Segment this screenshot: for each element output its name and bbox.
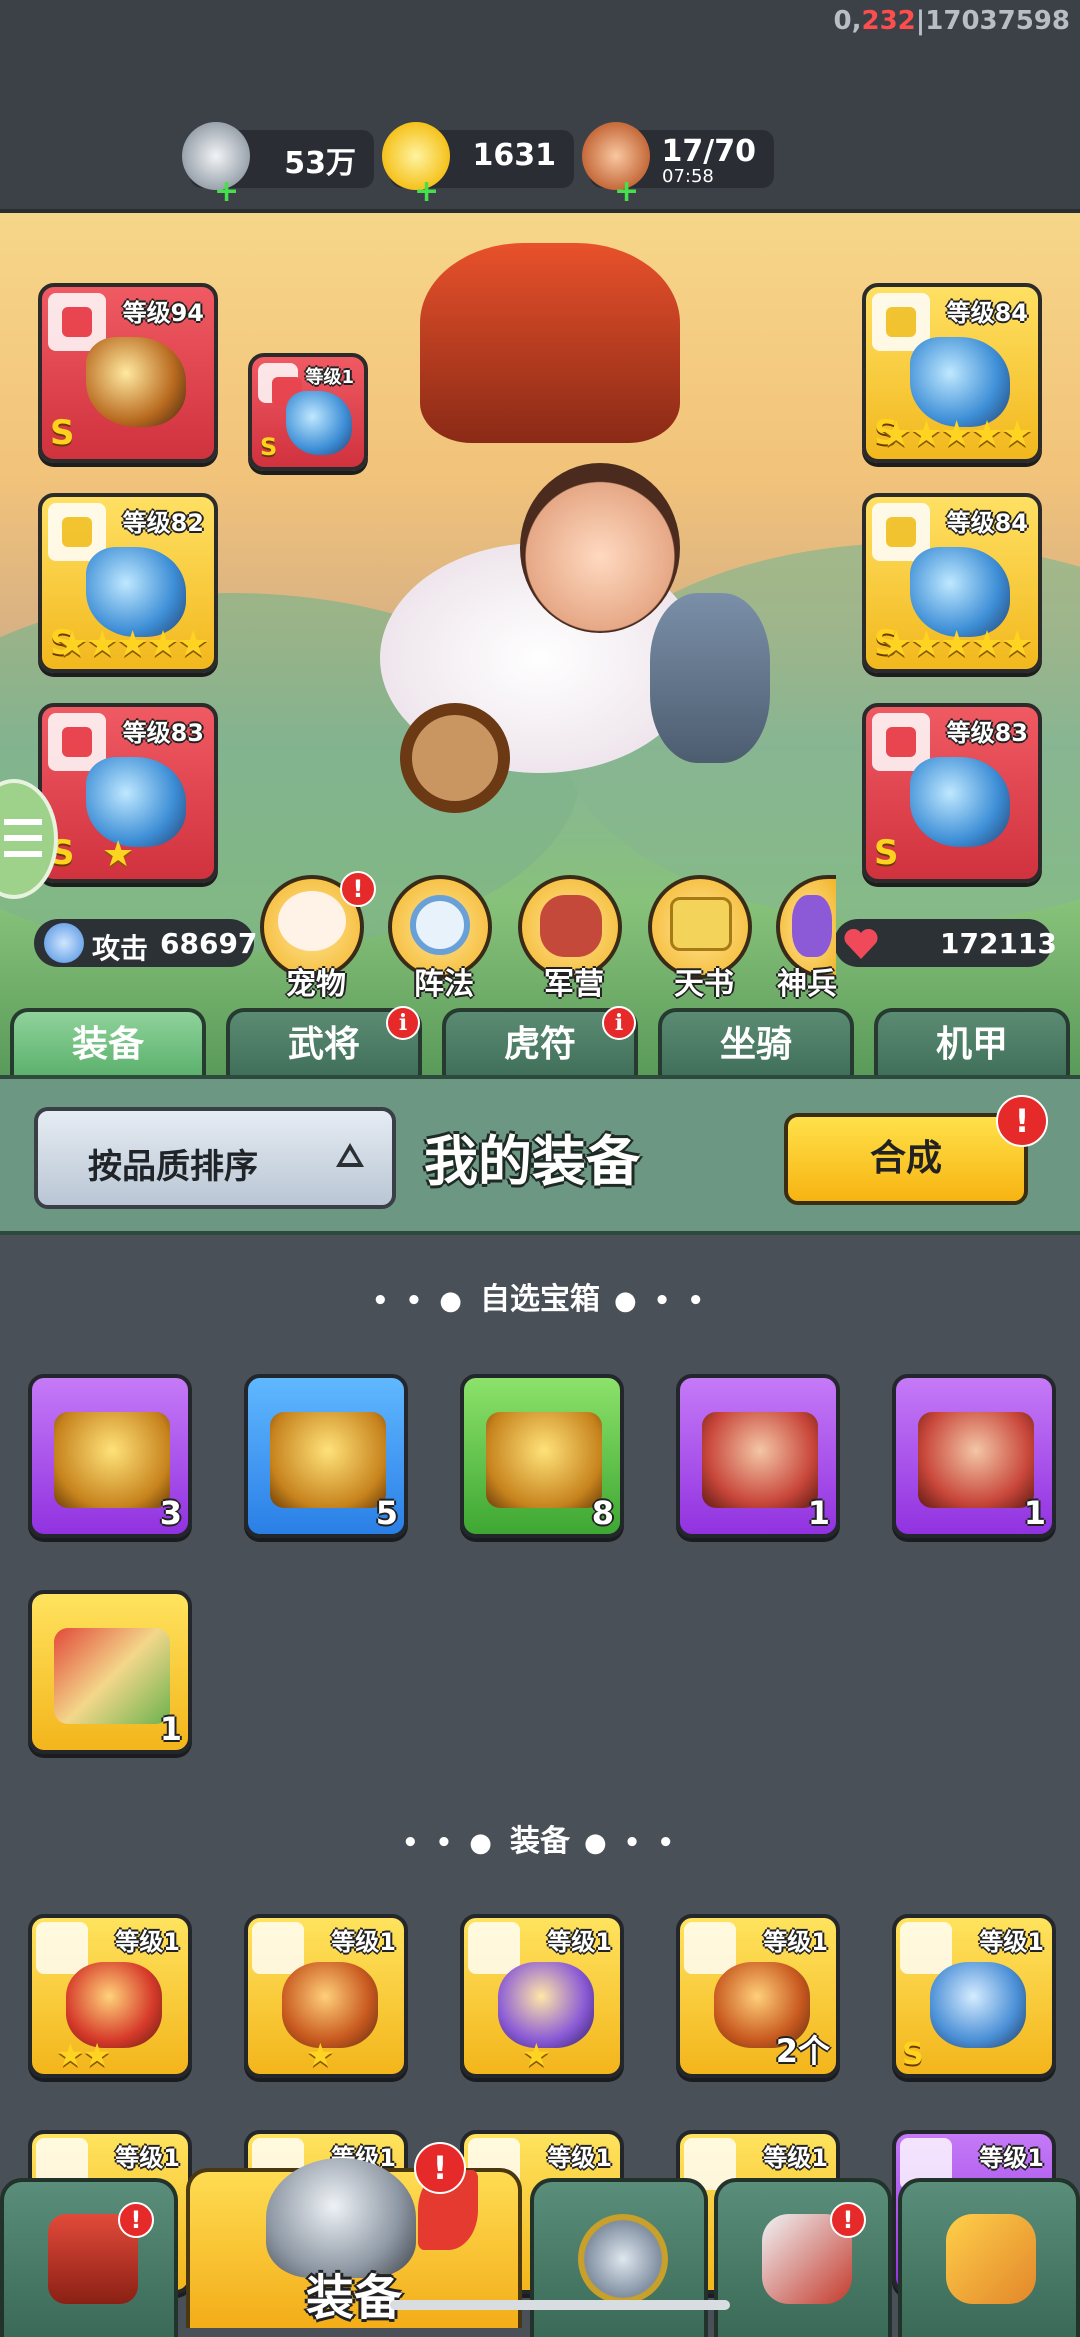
plus-icon[interactable]: +: [414, 174, 439, 209]
sort-dropdown[interactable]: 按品质排序: [34, 1107, 396, 1209]
divine-weapon-icon: [792, 895, 832, 957]
home-indicator[interactable]: [390, 2300, 730, 2310]
tab-mecha[interactable]: 机甲: [874, 1008, 1070, 1078]
equipment-item[interactable]: 等级1 ★★: [28, 1914, 192, 2078]
hp-stat: 172113: [834, 919, 1057, 967]
info-badge: i: [386, 1006, 420, 1040]
nav-upgrade[interactable]: [898, 2178, 1080, 2337]
formation-icon: [410, 895, 470, 955]
tab-tiger-tally[interactable]: 虎符 i: [442, 1006, 638, 1078]
weapon-image: [286, 391, 352, 455]
cart-wheel: [400, 703, 510, 813]
chest-item[interactable]: 5: [244, 1374, 408, 1538]
nav-battle[interactable]: [530, 2178, 708, 2337]
triangle-up-icon: [336, 1143, 364, 1167]
chest-image: [54, 1412, 170, 1508]
debug-readout: 0,232|17037598: [833, 6, 1070, 36]
alert-badge: !: [414, 2142, 466, 2194]
tome-button[interactable]: 天书: [648, 875, 752, 1002]
equipment-control-bar: 按品质排序 我的装备 合成 !: [0, 1075, 1080, 1235]
resource-silver[interactable]: + 53万: [182, 122, 374, 209]
chest-item[interactable]: 8: [460, 1374, 624, 1538]
equipment-item[interactable]: 等级1 S: [892, 1914, 1056, 2078]
cat-icon: [278, 891, 346, 951]
equipped-helmet-slot[interactable]: 等级83 S ★: [38, 703, 218, 883]
fist-upgrade-icon: [946, 2214, 1036, 2304]
armor-icon: [900, 1922, 952, 1974]
tab-equipment[interactable]: 装备: [10, 1008, 206, 1078]
warrior-icon: [540, 895, 602, 957]
chest-image: [918, 1412, 1034, 1508]
alert-badge: !: [996, 1095, 1048, 1147]
nav-weapon[interactable]: !: [714, 2178, 892, 2337]
chest-image: [270, 1412, 386, 1508]
scroll-icon: [670, 897, 732, 951]
advisor-character: [650, 593, 770, 763]
attack-stat: 攻击 68697: [34, 919, 257, 967]
hero-portrait: [520, 463, 680, 633]
bracer-icon: [468, 1922, 520, 1974]
sword-icon: [44, 923, 84, 963]
hero-scene: 等级94 S 等级1 S 等级82 S ★★★★★ 等级83 S ★ 等级84 …: [0, 213, 1080, 1075]
equipped-necklace-slot[interactable]: 等级82 S ★★★★★: [38, 493, 218, 673]
menu-icon: [4, 819, 42, 825]
boots-image: [910, 757, 1010, 847]
weapon-image: [86, 337, 186, 427]
section-title-chests: • • ● 自选宝箱 ● • •: [371, 1282, 709, 1317]
resource-gold[interactable]: + 1631: [382, 122, 574, 209]
alert-badge: !: [118, 2202, 154, 2238]
equipped-small-weapon-slot[interactable]: 等级1 S: [248, 353, 368, 471]
heart-icon: [842, 925, 880, 961]
chest-item[interactable]: 1: [892, 1374, 1056, 1538]
alert-badge: !: [830, 2202, 866, 2238]
synthesize-button[interactable]: 合成: [784, 1113, 1028, 1205]
page-title: 我的装备: [424, 1130, 640, 1193]
plus-icon[interactable]: +: [214, 174, 239, 209]
tab-generals[interactable]: 武将 i: [226, 1006, 422, 1078]
equipment-item[interactable]: 等级1 ★: [460, 1914, 624, 2078]
chest-image: [702, 1412, 818, 1508]
resource-stamina[interactable]: + 17/70 07:58: [582, 122, 774, 209]
general-statue: [420, 243, 680, 443]
armor-image: [930, 1962, 1026, 2048]
nav-shop[interactable]: !: [0, 2178, 178, 2337]
info-badge: i: [602, 1006, 636, 1040]
alert-badge: !: [340, 871, 376, 907]
formation-button[interactable]: 阵法: [388, 875, 492, 1002]
chest-item[interactable]: 1: [676, 1374, 840, 1538]
chest-image: [486, 1412, 602, 1508]
equipped-boots-slot[interactable]: 等级83 S: [862, 703, 1042, 883]
section-title-equipment: • • ● 装备 ● • •: [401, 1824, 679, 1859]
equipment-item[interactable]: 等级1 2个: [676, 1914, 840, 2078]
armor-icon: [36, 1922, 88, 1974]
helmet-image: [86, 757, 186, 847]
medal-icon: [684, 1922, 736, 1974]
pet-button[interactable]: 宠物 !: [260, 871, 376, 1002]
equipped-armor-slot[interactable]: 等级84 S ★★★★★: [862, 283, 1042, 463]
equipped-weapon-slot[interactable]: 等级94 S: [38, 283, 218, 463]
plus-icon[interactable]: +: [614, 174, 639, 209]
crossed-swords-icon: [578, 2214, 668, 2304]
barracks-button[interactable]: 军营: [518, 875, 622, 1002]
equipment-item[interactable]: 等级1 ★: [244, 1914, 408, 2078]
top-bar: 0,232|17037598 + 53万 + 1631 + 17/70 07:5…: [0, 0, 1080, 213]
chest-item[interactable]: 1: [28, 1590, 192, 1754]
equipped-bracer-slot[interactable]: 等级84 S ★★★★★: [862, 493, 1042, 673]
medal-icon: [252, 1922, 304, 1974]
tab-mount[interactable]: 坐骑: [658, 1008, 854, 1078]
scroll-bundle-image: [54, 1628, 170, 1724]
chest-item[interactable]: 3: [28, 1374, 192, 1538]
